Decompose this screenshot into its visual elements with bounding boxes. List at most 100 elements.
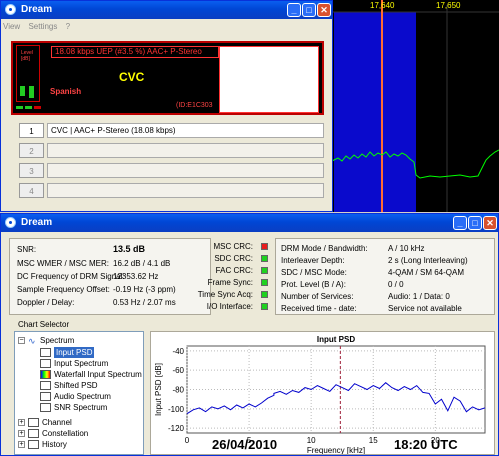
crc-label: FAC CRC: bbox=[215, 266, 253, 275]
dream-app-icon bbox=[5, 4, 16, 15]
overlay-time: 18:20 UTC bbox=[394, 437, 458, 452]
param-value: Audio: 1 / Data: 0 bbox=[388, 292, 450, 301]
level-meter: Level [dB] bbox=[16, 45, 40, 102]
maximize-button[interactable]: □ bbox=[302, 3, 316, 17]
expand-toggle[interactable]: + bbox=[18, 430, 25, 437]
crc-label: MSC CRC: bbox=[213, 242, 253, 251]
tree-item-history[interactable]: History bbox=[42, 439, 67, 450]
channel-icon bbox=[28, 418, 39, 427]
maximize-button[interactable]: □ bbox=[468, 216, 482, 230]
tree-item-spectrum[interactable]: Spectrum bbox=[40, 335, 74, 346]
minimize-button[interactable]: _ bbox=[453, 216, 467, 230]
plot-frame bbox=[186, 345, 486, 434]
param-label: DRM Mode / Bandwidth: bbox=[281, 244, 368, 253]
waterfall-icon bbox=[40, 370, 51, 379]
signal-band bbox=[334, 12, 416, 212]
service-label-3 bbox=[47, 163, 324, 178]
tree-item-input-psd[interactable]: Input PSD bbox=[54, 347, 95, 358]
expand-toggle[interactable]: + bbox=[18, 419, 25, 426]
spectrum-plot bbox=[330, 0, 499, 212]
tree-item-channel[interactable]: Channel bbox=[42, 417, 72, 428]
param-label: Received time - date: bbox=[281, 304, 357, 313]
title-bar[interactable]: Dream _ □ ✕ bbox=[1, 1, 332, 19]
x-axis-label: Frequency [kHz] bbox=[307, 446, 365, 454]
doppler-delay-label: Doppler / Delay: bbox=[17, 298, 75, 307]
overlay-date: 26/04/2010 bbox=[212, 437, 278, 452]
service-info-label: 18.08 kbps UEP (#3.5 %) AAC+ P-Stereo bbox=[51, 46, 219, 58]
param-value: 2 s (Long Interleaving) bbox=[388, 256, 468, 265]
level-meter-bar bbox=[20, 86, 25, 96]
service-button-3[interactable]: 3 bbox=[19, 163, 44, 178]
level-label: Level [dB] bbox=[21, 50, 33, 62]
status-led bbox=[34, 106, 41, 109]
param-label: Number of Services: bbox=[281, 292, 354, 301]
x-tick-label: 15 bbox=[369, 436, 378, 445]
crc-label: I/O Interface: bbox=[206, 302, 253, 311]
collapse-toggle[interactable]: − bbox=[18, 337, 25, 344]
dc-frequency-value: 12353.62 Hz bbox=[113, 272, 159, 281]
psd-chart-svg: 0 5 10 15 20-40-60-80-100-120Input PSDFreque… bbox=[154, 335, 486, 455]
param-value: 0 / 0 bbox=[388, 280, 404, 289]
y-tick-label: -120 bbox=[168, 424, 185, 433]
crc-label: Time Sync Acq: bbox=[197, 290, 253, 299]
drm-parameters-panel: DRM Mode / Bandwidth: A / 10 kHz Interle… bbox=[275, 238, 495, 315]
window-title: Dream bbox=[21, 217, 53, 228]
status-led bbox=[16, 106, 23, 109]
tree-item-constellation[interactable]: Constellation bbox=[42, 428, 88, 439]
station-name: CVC bbox=[119, 70, 145, 84]
freq-label: 17,650 bbox=[436, 1, 461, 10]
close-button[interactable]: ✕ bbox=[483, 216, 497, 230]
system-evaluation-window: Dream _ □ ✕ SNR: 13.5 dB MSC WMER / MSC … bbox=[0, 213, 499, 456]
x-tick-label: 10 bbox=[307, 436, 316, 445]
history-icon bbox=[28, 440, 39, 449]
menu-settings[interactable]: Settings bbox=[28, 22, 57, 31]
spectrum-icon bbox=[40, 359, 51, 368]
spectrum-folder-icon: ∿ bbox=[28, 336, 36, 346]
window-title: Dream bbox=[21, 4, 53, 15]
tree-item-waterfall[interactable]: Waterfall Input Spectrum bbox=[54, 369, 142, 380]
param-label: Prot. Level (B / A): bbox=[281, 280, 346, 289]
service-button-4[interactable]: 4 bbox=[19, 183, 44, 198]
service-label-4 bbox=[47, 183, 324, 198]
service-label-2 bbox=[47, 143, 324, 158]
param-value: Service not available bbox=[388, 304, 462, 313]
chart-title: Input PSD bbox=[317, 335, 355, 344]
close-button[interactable]: ✕ bbox=[317, 3, 331, 17]
menu-help[interactable]: ? bbox=[66, 22, 70, 31]
crc-led bbox=[261, 267, 268, 274]
crc-label: Frame Sync: bbox=[207, 278, 253, 287]
tree-item-input-spectrum[interactable]: Input Spectrum bbox=[54, 358, 108, 369]
psd-icon bbox=[40, 348, 51, 357]
snr-value: 13.5 dB bbox=[113, 244, 146, 254]
constellation-icon bbox=[28, 429, 39, 438]
tree-item-shifted-psd[interactable]: Shifted PSD bbox=[54, 380, 98, 391]
y-tick-label: -80 bbox=[172, 386, 184, 395]
dc-frequency-label: DC Frequency of DRM Signal: bbox=[17, 272, 125, 281]
snr-icon bbox=[40, 403, 51, 412]
service-label-1: CVC | AAC+ P-Stereo (18.08 kbps) bbox=[47, 123, 324, 138]
service-button-1[interactable]: 1 bbox=[19, 123, 44, 138]
x-tick-label: 0 bbox=[185, 436, 190, 445]
freq-label: 17,640 bbox=[370, 1, 395, 10]
expand-toggle[interactable]: + bbox=[18, 441, 25, 448]
crc-led bbox=[261, 243, 268, 250]
drm-id-label: (ID:E1C303 bbox=[176, 102, 213, 109]
service-button-2[interactable]: 2 bbox=[19, 143, 44, 158]
snr-label: SNR: bbox=[17, 245, 37, 254]
audio-icon bbox=[40, 392, 51, 401]
dream-main-window: Dream _ □ ✕ View Settings ? Level [dB] 1… bbox=[0, 0, 333, 212]
menu-view[interactable]: View bbox=[3, 22, 20, 31]
receiver-display: Level [dB] 18.08 kbps UEP (#3.5 %) AAC+ … bbox=[11, 41, 324, 115]
mer-label: MSC WMER / MSC MER: bbox=[17, 259, 109, 268]
menu-bar: View Settings ? bbox=[3, 20, 330, 33]
y-tick-label: -60 bbox=[172, 366, 184, 375]
param-value: 4-QAM / SM 64-QAM bbox=[388, 268, 465, 277]
minimize-button[interactable]: _ bbox=[287, 3, 301, 17]
title-bar[interactable]: Dream _ □ ✕ bbox=[1, 214, 498, 232]
sample-freq-offset-label: Sample Frequency Offset: bbox=[17, 285, 110, 294]
psd-icon bbox=[40, 381, 51, 390]
param-value: A / 10 kHz bbox=[388, 244, 425, 253]
tree-item-audio-spectrum[interactable]: Audio Spectrum bbox=[54, 391, 111, 402]
tree-item-snr-spectrum[interactable]: SNR Spectrum bbox=[54, 402, 107, 413]
y-axis-label: Input PSD [dB] bbox=[154, 363, 163, 416]
